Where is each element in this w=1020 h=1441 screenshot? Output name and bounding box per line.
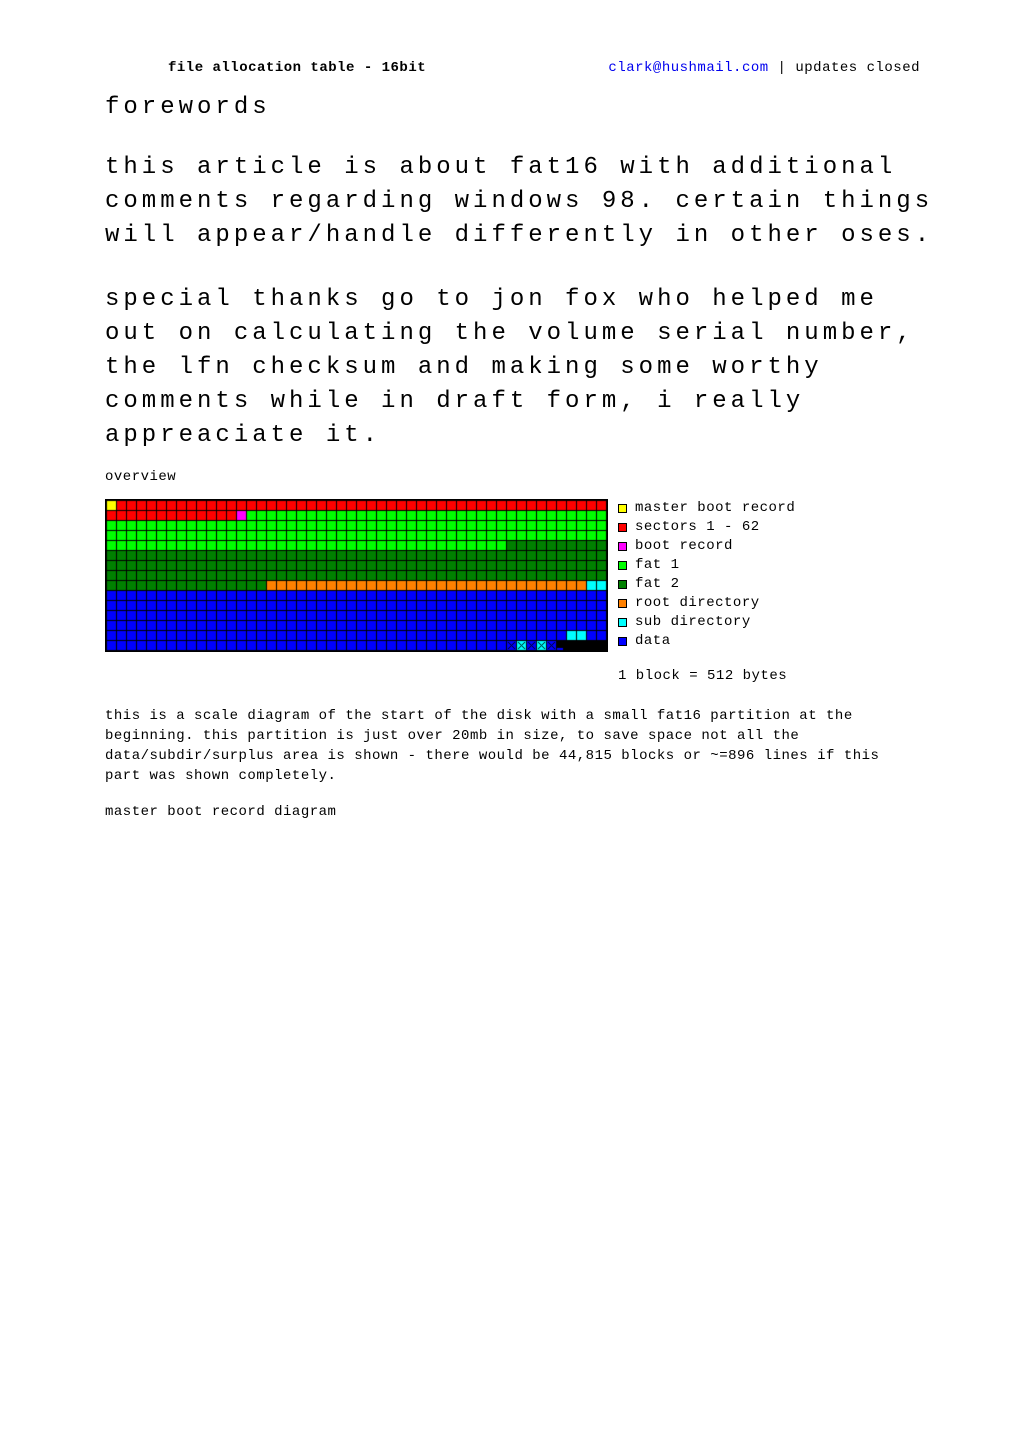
legend-item: data [618,632,795,651]
legend-swatch [618,599,627,608]
legend-item: sub directory [618,613,795,632]
legend-swatch [618,618,627,627]
mbr-diagram-heading: master boot record diagram [0,804,1020,820]
forewords-paragraph-1: this article is about fat16 with additio… [0,151,1020,253]
legend-item: boot record [618,537,795,556]
diagram-legend: master boot recordsectors 1 - 62boot rec… [618,499,795,686]
overview-heading: overview [0,469,1020,485]
legend-label: fat 1 [635,556,680,575]
legend-label: sub directory [635,613,751,632]
legend-item: master boot record [618,499,795,518]
legend-note: 1 block = 512 bytes [618,667,795,686]
page-header: file allocation table - 16bit clark@hush… [0,60,1020,76]
header-meta: clark@hushmail.com | updates closed [568,60,920,76]
legend-label: master boot record [635,499,795,518]
legend-item: fat 2 [618,575,795,594]
legend-label: sectors 1 - 62 [635,518,760,537]
legend-label: boot record [635,537,733,556]
forewords-paragraph-2: special thanks go to jon fox who helped … [0,283,1020,453]
legend-swatch [618,542,627,551]
legend-label: root directory [635,594,760,613]
contact-email[interactable]: clark@hushmail.com [608,60,768,76]
legend-label: fat 2 [635,575,680,594]
legend-item: fat 1 [618,556,795,575]
updates-status: updates closed [795,60,920,76]
forewords-heading: forewords [0,94,1020,121]
legend-label: data [635,632,671,651]
legend-swatch [618,637,627,646]
legend-item: sectors 1 - 62 [618,518,795,537]
legend-swatch [618,504,627,513]
legend-swatch [618,561,627,570]
page-title: file allocation table - 16bit [168,60,426,76]
disk-layout-diagram [105,499,608,652]
overview-diagram-area: master boot recordsectors 1 - 62boot rec… [0,499,1020,686]
document-root: file allocation table - 16bit clark@hush… [0,0,1020,820]
overview-caption: this is a scale diagram of the start of … [0,706,1020,786]
separator: | [769,60,796,76]
legend-item: root directory [618,594,795,613]
legend-swatch [618,580,627,589]
legend-swatch [618,523,627,532]
